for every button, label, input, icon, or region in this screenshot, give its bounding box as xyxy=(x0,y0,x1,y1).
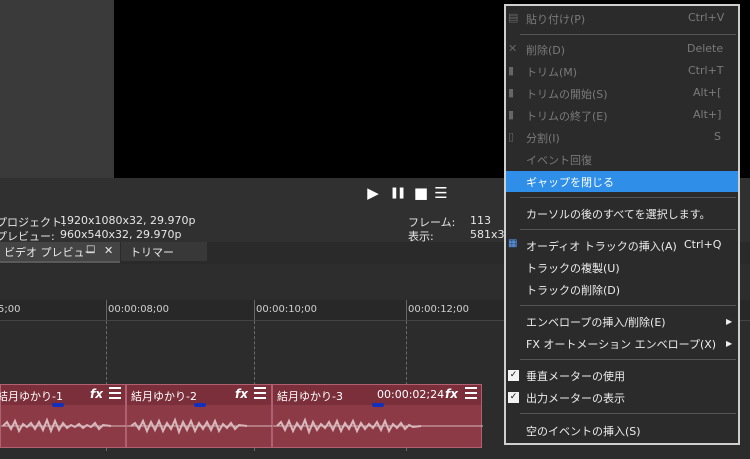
menu-item-insert-empty-event[interactable]: 空のイベントの挿入(S) xyxy=(526,423,641,439)
ruler-label: 5;00 xyxy=(0,304,21,315)
ruler-tick xyxy=(254,300,255,320)
clip-marker[interactable] xyxy=(372,403,384,407)
audio-clip[interactable]: 結月ゆかり-2 fx xyxy=(126,384,273,448)
menu-item-use-vertical-meter[interactable]: 垂直メーターの使用 xyxy=(526,368,625,384)
menu-item-fx-automation-envelope[interactable]: FX オートメーション エンベロープ(X) xyxy=(526,336,716,352)
menu-item-select-after-cursor[interactable]: カーソルの後のすべてを選択します。 xyxy=(526,206,710,222)
menu-item-delete-track[interactable]: トラックの削除(D) xyxy=(526,282,620,298)
submenu-arrow-icon: ▶ xyxy=(726,317,733,326)
clip-menu-icon[interactable] xyxy=(254,387,266,399)
menu-separator xyxy=(520,413,736,414)
close-icon[interactable]: ✕ xyxy=(104,244,113,257)
checkmark-icon: ✓ xyxy=(508,392,519,403)
clip-menu-icon[interactable] xyxy=(109,387,121,399)
trim-icon: ▮ xyxy=(508,64,515,77)
waveform xyxy=(127,417,273,435)
shortcut-trim-end: Alt+] xyxy=(693,108,722,121)
submenu-arrow-icon: ▶ xyxy=(726,339,733,348)
menu-item-insert-audio-track[interactable]: オーディオ トラックの挿入(A) xyxy=(526,238,677,254)
clip-title: 結月ゆかり-3 xyxy=(277,390,343,403)
menu-item-delete[interactable]: 削除(D) xyxy=(526,42,565,58)
display-value: 581x3 xyxy=(470,228,505,241)
fx-icon[interactable]: fx xyxy=(445,387,458,401)
menu-separator xyxy=(520,229,736,230)
menu-separator xyxy=(520,305,736,306)
menu-item-close-gap[interactable]: ギャップを閉じる xyxy=(526,174,614,190)
audio-track-icon: ▦ xyxy=(508,238,518,249)
stop-icon[interactable]: ■ xyxy=(413,185,429,201)
tab-video-preview-label: ビデオ プレビュー xyxy=(4,246,96,259)
menu-item-duplicate-track[interactable]: トラックの複製(U) xyxy=(526,260,620,276)
menu-separator xyxy=(520,197,736,198)
shortcut-trim: Ctrl+T xyxy=(688,64,724,77)
audio-clip[interactable]: 結月ゆかり-3 00:00:02;24 fx xyxy=(272,384,483,448)
play-icon[interactable]: ▶ xyxy=(365,185,381,201)
clip-menu-icon[interactable] xyxy=(465,387,477,399)
menu-item-trim-end[interactable]: トリムの終了(E) xyxy=(526,108,608,124)
menu-item-trim-start[interactable]: トリムの開始(S) xyxy=(526,86,608,102)
restore-icon[interactable]: □ xyxy=(86,244,95,255)
menu-item-trim[interactable]: トリム(M) xyxy=(526,64,577,80)
menu-separator xyxy=(520,359,736,360)
menu-item-show-output-meter[interactable]: 出力メーターの表示 xyxy=(526,390,625,406)
waveform xyxy=(1,417,127,434)
shortcut-insert-audio-track: Ctrl+Q xyxy=(684,238,722,251)
shortcut-split: S xyxy=(714,130,721,143)
menu-separator xyxy=(520,34,736,35)
menu-item-paste[interactable]: 貼り付け(P) xyxy=(526,11,585,27)
fx-icon[interactable]: fx xyxy=(90,387,103,401)
clip-marker[interactable] xyxy=(194,403,206,407)
clip-marker[interactable] xyxy=(52,403,64,407)
pause-icon[interactable]: ❚❚ xyxy=(389,185,406,201)
delete-icon: ✕ xyxy=(508,42,518,55)
preview-value: 960x540x32, 29.970p xyxy=(60,228,182,241)
menu-item-split[interactable]: 分割(I) xyxy=(526,130,560,146)
audio-clip[interactable]: 結月ゆかり-1 fx xyxy=(0,384,127,448)
ruler-label: 00:00:10;00 xyxy=(256,304,318,315)
fx-icon[interactable]: fx xyxy=(235,387,248,401)
shortcut-trim-start: Alt+[ xyxy=(693,86,722,99)
trim-end-icon: ▮ xyxy=(508,108,515,121)
ruler-label: 00:00:08;00 xyxy=(108,304,170,315)
shortcut-paste: Ctrl+V xyxy=(688,11,725,24)
checkmark-icon: ✓ xyxy=(508,370,519,381)
menu-item-restore-event[interactable]: イベント回復 xyxy=(526,152,592,168)
clip-title: 結月ゆかり-2 xyxy=(131,390,197,403)
left-panel xyxy=(0,0,114,178)
clip-title: 結月ゆかり-1 xyxy=(0,390,63,403)
frame-value: 113 xyxy=(470,214,491,227)
paste-icon: ▤ xyxy=(508,11,519,24)
tab-trimmer-label: トリマー xyxy=(130,246,174,259)
menu-item-insert-remove-envelope[interactable]: エンベロープの挿入/削除(E) xyxy=(526,314,666,330)
more-options-icon[interactable]: ☰ xyxy=(433,185,449,201)
ruler-label: 00:00:12;00 xyxy=(408,304,470,315)
waveform xyxy=(273,417,483,435)
project-value: 1920x1080x32, 29.970p xyxy=(60,214,196,227)
split-icon: ▯ xyxy=(508,130,515,143)
ruler-tick xyxy=(406,300,407,320)
clip-time: 00:00:02;24 xyxy=(377,388,445,401)
ruler-tick xyxy=(106,300,107,320)
shortcut-delete: Delete xyxy=(687,42,724,55)
trim-start-icon: ▮ xyxy=(508,86,515,99)
